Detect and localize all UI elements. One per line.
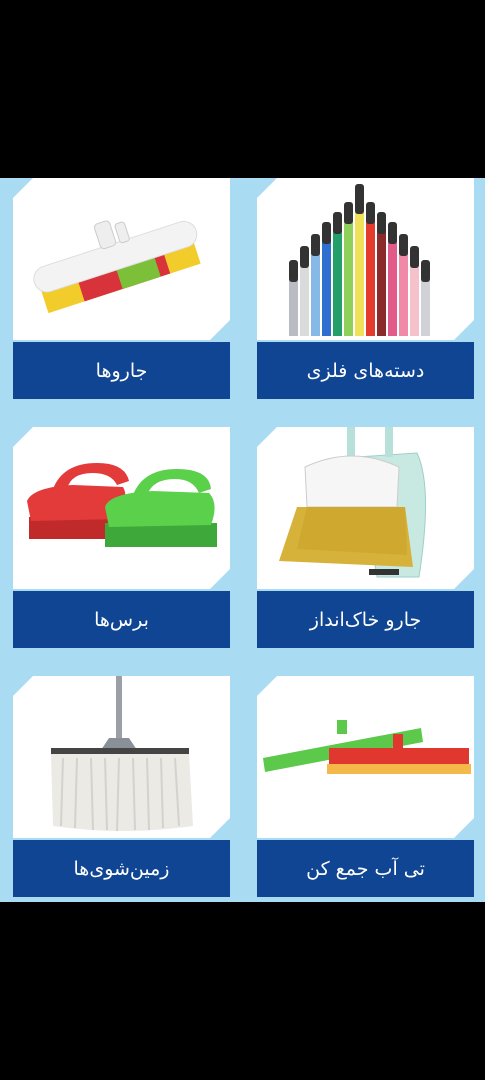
category-card-squeegee[interactable]: تی آب جمع کن (257, 676, 474, 898)
category-card-broom-dustpan[interactable]: جارو خاک‌انداز (257, 427, 474, 649)
scrub-brushes-image (13, 427, 230, 589)
floor-squeegee-image (257, 676, 474, 838)
category-label: زمین‌شوی‌ها (13, 840, 230, 897)
scrub-broom-head-image (13, 178, 230, 340)
category-card-handles[interactable]: دسته‌های فلزی (257, 178, 474, 400)
category-label: برس‌ها (13, 591, 230, 648)
category-label: جاروها (13, 342, 230, 399)
broom-dustpan-image (257, 427, 474, 589)
string-mop-image (13, 676, 230, 838)
colored-handles-image (257, 178, 474, 340)
category-label: دسته‌های فلزی (257, 342, 474, 399)
category-label: جارو خاک‌انداز (257, 591, 474, 648)
category-card-brooms[interactable]: جاروها (13, 178, 230, 400)
category-grid: دسته‌های فلزی جاروها (0, 178, 485, 902)
category-label: تی آب جمع کن (257, 840, 474, 897)
category-card-mops[interactable]: زمین‌شوی‌ها (13, 676, 230, 898)
category-card-brushes[interactable]: برس‌ها (13, 427, 230, 649)
